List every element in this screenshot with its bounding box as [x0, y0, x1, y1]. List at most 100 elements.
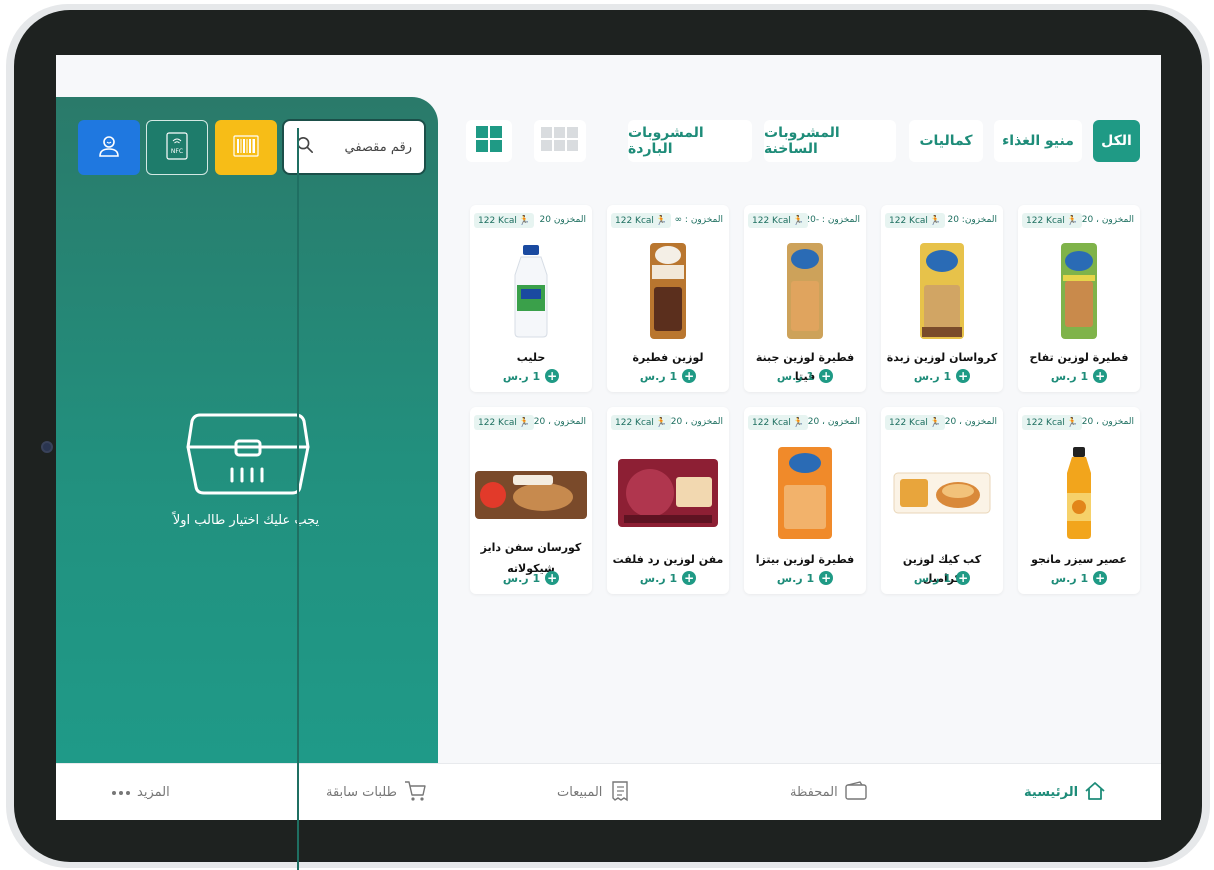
- add-to-cart-icon[interactable]: +: [682, 369, 697, 383]
- kcal-badge: 122 Kcal 🏃: [748, 213, 809, 228]
- bottom-nav: الرئيسية المحفظة المبيعات طلبات سابقة ال…: [56, 763, 1161, 820]
- tab-label: كماليات: [919, 133, 973, 149]
- grid-view-icon: [476, 126, 502, 156]
- tab-label: المشروبات الباردة: [628, 125, 704, 157]
- kcal-badge: 122 Kcal 🏃: [1022, 213, 1083, 228]
- receipt-icon: [608, 780, 630, 806]
- add-to-cart-icon[interactable]: +: [956, 369, 971, 383]
- product-price: 1 ر.س: [776, 369, 815, 383]
- app-screen: NFC يجب علي: [56, 55, 1161, 820]
- kcal-badge: 122 Kcal 🏃: [474, 415, 535, 430]
- order-panel: NFC يجب علي: [56, 97, 438, 763]
- cart-icon: [403, 780, 427, 806]
- nav-more[interactable]: المزيد: [111, 764, 170, 820]
- kcal-value: 122 Kcal: [478, 417, 517, 428]
- runner-icon: 🏃: [655, 215, 668, 226]
- kcal-value: 122 Kcal: [1026, 417, 1065, 428]
- product-name: مفن لوزين رد فلفت: [612, 553, 724, 566]
- tab-label: منيو الغذاء: [1002, 133, 1074, 149]
- camera-dot: [41, 441, 53, 453]
- product-card[interactable]: المخزون ، 20 122 Kcal 🏃 كورسان سفن دايز ش…: [470, 407, 592, 594]
- nav-wallet[interactable]: المحفظة: [790, 764, 868, 820]
- product-image: [887, 443, 997, 543]
- kcal-badge: 122 Kcal 🏃: [611, 213, 672, 228]
- product-card[interactable]: المخزون: 20 122 Kcal 🏃 كرواسان لوزين زبدة…: [881, 205, 1003, 392]
- kcal-value: 122 Kcal: [615, 215, 654, 226]
- product-price: 1 ر.س: [502, 571, 541, 585]
- product-card[interactable]: المخزون ، 20 122 Kcal 🏃 كب كيك لوزين كرام…: [881, 407, 1003, 594]
- stock-label: المخزون: 20: [947, 215, 997, 225]
- product-name: فطيرة لوزين بيتزا: [755, 553, 855, 566]
- add-to-cart-icon[interactable]: +: [819, 369, 834, 383]
- list-view-icon: [541, 127, 579, 155]
- more-icon: [111, 785, 131, 800]
- product-image: [912, 241, 972, 341]
- nav-home[interactable]: الرئيسية: [1024, 764, 1106, 820]
- product-image: [775, 241, 835, 341]
- add-to-cart-icon[interactable]: +: [956, 571, 971, 585]
- product-card[interactable]: المخزون ، 20 122 Kcal 🏃 فطيرة لوزين بيتزا…: [744, 407, 866, 594]
- product-name: فطيرة لوزين تفاح: [1029, 351, 1129, 364]
- status-strip: [56, 55, 1161, 97]
- kcal-badge: 122 Kcal 🏃: [474, 213, 535, 228]
- stock-label: المخزون ، 20: [944, 417, 997, 427]
- tab-extras[interactable]: كماليات: [909, 120, 983, 162]
- kcal-badge: 122 Kcal 🏃: [885, 213, 946, 228]
- product-image: [472, 455, 590, 535]
- search-box[interactable]: [282, 119, 426, 175]
- kcal-value: 122 Kcal: [889, 417, 928, 428]
- runner-icon: 🏃: [929, 215, 942, 226]
- product-price: 1 ر.س: [639, 571, 678, 585]
- lunchbox-icon: [186, 409, 310, 495]
- add-to-cart-icon[interactable]: +: [1093, 571, 1108, 585]
- product-price: 1 ر.س: [913, 571, 952, 585]
- nav-previous-orders[interactable]: طلبات سابقة: [326, 764, 427, 820]
- tab-hot-drinks[interactable]: المشروبات الساخنة: [764, 120, 896, 162]
- add-to-cart-icon[interactable]: +: [545, 571, 560, 585]
- product-card[interactable]: المخزون ، 20 122 Kcal 🏃 مفن لوزين رد فلفت…: [607, 407, 729, 594]
- select-student-button[interactable]: [78, 120, 140, 175]
- empty-state-message: يجب عليك اختيار طالب اولاً: [172, 513, 320, 528]
- kcal-badge: 122 Kcal 🏃: [885, 415, 946, 430]
- nav-label: المزيد: [137, 785, 170, 800]
- stock-label: المخزون ، 20: [807, 417, 860, 427]
- kcal-badge: 122 Kcal 🏃: [1022, 415, 1083, 430]
- user-icon: [97, 134, 121, 162]
- add-to-cart-icon[interactable]: +: [682, 571, 697, 585]
- grid-view-button[interactable]: [466, 120, 512, 162]
- add-to-cart-icon[interactable]: +: [545, 369, 560, 383]
- stock-label: المخزون ، 20: [670, 417, 723, 427]
- runner-icon: 🏃: [655, 417, 668, 428]
- product-card[interactable]: المخزون ، 20 122 Kcal 🏃 فطيرة لوزين تفاح …: [1018, 205, 1140, 392]
- nav-label: طلبات سابقة: [326, 785, 397, 800]
- nav-label: المحفظة: [790, 785, 838, 800]
- product-card[interactable]: المخزون 20 122 Kcal 🏃 حليب 1 ر.س +: [470, 205, 592, 392]
- barcode-button[interactable]: [215, 120, 277, 175]
- nfc-icon: NFC: [166, 131, 188, 164]
- tab-all[interactable]: الكل: [1093, 120, 1140, 162]
- tab-cold-drinks[interactable]: المشروبات الباردة: [628, 120, 752, 162]
- search-input[interactable]: [322, 139, 412, 155]
- tab-lunch-menu[interactable]: منيو الغذاء: [994, 120, 1082, 162]
- nfc-button[interactable]: NFC: [146, 120, 208, 175]
- product-card[interactable]: المخزون : ∞ 122 Kcal 🏃 لوزين فطيرة 1 ر.س +: [607, 205, 729, 392]
- nfc-label: NFC: [171, 148, 183, 155]
- add-to-cart-icon[interactable]: +: [819, 571, 834, 585]
- product-card[interactable]: المخزون ، 20 122 Kcal 🏃 عصير سيزر مانجو 1…: [1018, 407, 1140, 594]
- product-card[interactable]: المخزون : -20 122 Kcal 🏃 فطيرة لوزين جبنة…: [744, 205, 866, 392]
- kcal-value: 122 Kcal: [478, 215, 517, 226]
- product-price: 1 ر.س: [776, 571, 815, 585]
- kcal-value: 122 Kcal: [615, 417, 654, 428]
- kcal-badge: 122 Kcal 🏃: [748, 415, 809, 430]
- kcal-value: 122 Kcal: [752, 215, 791, 226]
- runner-icon: 🏃: [1066, 215, 1079, 226]
- runner-icon: 🏃: [518, 417, 531, 428]
- list-view-button[interactable]: [534, 120, 586, 162]
- stock-label: المخزون 20: [539, 215, 587, 225]
- nav-sales[interactable]: المبيعات: [557, 764, 630, 820]
- product-grid: المخزون ، 20 122 Kcal 🏃 فطيرة لوزين تفاح …: [470, 205, 1140, 594]
- add-to-cart-icon[interactable]: +: [1093, 369, 1108, 383]
- product-price: 1 ر.س: [1050, 369, 1089, 383]
- product-image: [638, 241, 698, 341]
- runner-icon: 🏃: [518, 215, 531, 226]
